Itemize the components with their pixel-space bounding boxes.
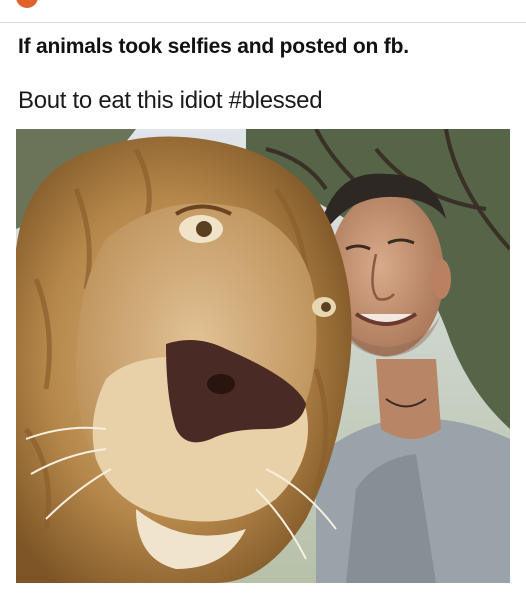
lion-pupil-right [321, 302, 331, 312]
selfie-photo [16, 129, 510, 583]
man-neck [376, 359, 441, 439]
man-ear [431, 259, 451, 299]
previous-post-strip [0, 0, 526, 23]
post-text: Bout to eat this idiot #blessed [18, 87, 323, 114]
post-card: If animals took selfies and posted on fb… [0, 23, 526, 595]
profile-avatar[interactable] [16, 0, 38, 8]
lion-nostril [207, 374, 235, 394]
meme-caption: If animals took selfies and posted on fb… [18, 35, 409, 58]
lion-pupil-left [196, 221, 212, 237]
